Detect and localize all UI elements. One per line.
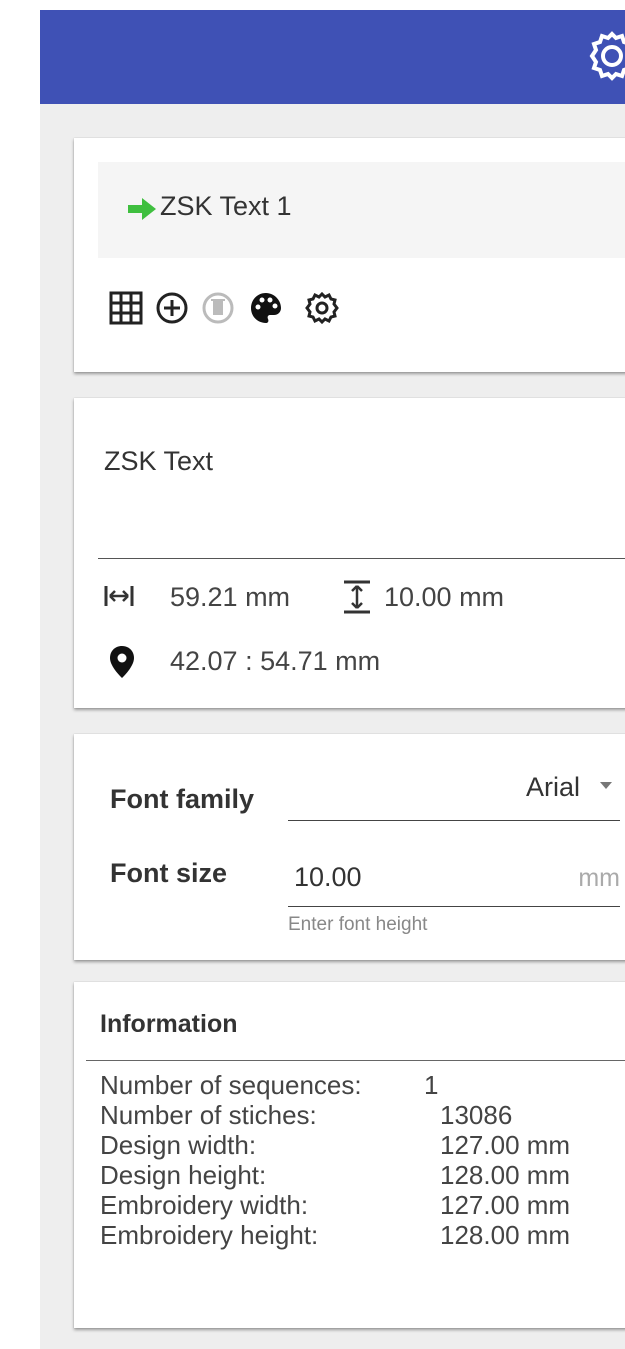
info-row: Design height: 128.00 mm (100, 1160, 625, 1190)
info-label: Embroidery width: (100, 1190, 309, 1220)
divider (86, 1060, 625, 1061)
info-label: Number of stiches: (100, 1100, 317, 1130)
text-input-value: ZSK Text (104, 446, 214, 476)
app: ZSK Text 1 ZSK Text 59.21 mm 10.00 mm 42… (40, 10, 625, 1349)
info-row: Number of sequences: 1 (100, 1070, 625, 1100)
layer-name: ZSK Text 1 (160, 191, 292, 221)
info-row: Number of stiches: 13086 (100, 1100, 625, 1130)
dimensions-row: 59.21 mm 10.00 mm (104, 578, 624, 618)
gear-icon[interactable] (582, 26, 625, 91)
info-row: Embroidery height: 128.00 mm (100, 1220, 625, 1250)
arrow-right-icon (128, 198, 156, 225)
grid-icon[interactable] (108, 290, 144, 326)
information-list: Number of sequences: 1 Number of stiches… (100, 1070, 625, 1250)
font-size-unit: mm (578, 864, 620, 892)
position-row: 42.07 : 54.71 mm (104, 642, 624, 682)
top-app-bar (40, 10, 625, 104)
information-card: Information Number of sequences: 1 Numbe… (74, 982, 625, 1328)
info-value: 127.00 mm (440, 1130, 571, 1160)
info-label: Design height: (100, 1160, 267, 1190)
chevron-down-icon (600, 782, 612, 789)
palette-icon[interactable] (248, 290, 284, 326)
font-family-value: Arial (525, 772, 580, 802)
width-value: 59.21 mm (170, 582, 291, 612)
info-value: 1 (424, 1070, 439, 1100)
font-card: Font family Arial Font size 10.00 mm Ent… (74, 734, 625, 960)
location-pin-icon (110, 646, 134, 685)
font-size-input[interactable]: 10.00 mm (288, 850, 620, 907)
text-input[interactable]: ZSK Text (98, 398, 625, 559)
information-title: Information (100, 1010, 238, 1038)
gear-icon[interactable] (304, 290, 340, 326)
info-label: Number of sequences: (100, 1070, 362, 1100)
font-size-value: 10.00 (294, 862, 362, 892)
delete-icon[interactable] (200, 290, 236, 326)
height-arrows-icon (340, 580, 374, 621)
info-value: 127.00 mm (440, 1190, 571, 1220)
width-arrows-icon (104, 584, 134, 615)
layer-card: ZSK Text 1 (74, 138, 625, 372)
position-value: 42.07 : 54.71 mm (170, 646, 381, 676)
add-circle-icon[interactable] (154, 290, 190, 326)
font-size-label: Font size (110, 858, 228, 888)
info-label: Embroidery height: (100, 1220, 319, 1250)
font-family-label: Font family (110, 784, 255, 814)
font-size-hint: Enter font height (288, 914, 428, 935)
font-family-select[interactable]: Arial (288, 764, 620, 821)
text-object-card: ZSK Text 59.21 mm 10.00 mm 42.07: 54.71… (74, 398, 625, 708)
height-value: 10.00 mm (384, 582, 505, 612)
info-value: 13086 (440, 1100, 513, 1130)
info-value: 128.00 mm (440, 1220, 571, 1250)
info-label: Design width: (100, 1130, 257, 1160)
layer-item[interactable]: ZSK Text 1 (98, 162, 625, 258)
info-row: Embroidery width: 127.00 mm (100, 1190, 625, 1220)
info-value: 128.00 mm (440, 1160, 571, 1190)
info-row: Design width: 127.00 mm (100, 1130, 625, 1160)
